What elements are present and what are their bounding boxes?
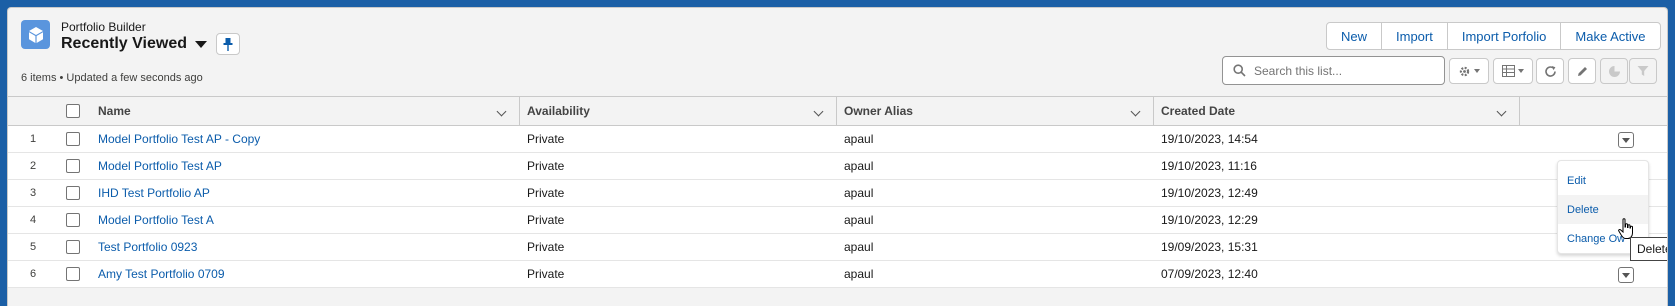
owner-alias-cell: apaul [844,240,874,254]
menu-item-edit[interactable]: Edit [1558,166,1648,195]
owner-alias-cell: apaul [844,132,874,146]
column-header-availability[interactable]: Availability [527,97,590,125]
record-name-link[interactable]: Test Portfolio 0923 [98,234,197,260]
record-name-link[interactable]: Amy Test Portfolio 0709 [98,261,225,287]
list-view-selector[interactable]: Recently Viewed [61,35,207,53]
import-button[interactable]: Import [1381,22,1448,50]
row-actions-button[interactable] [1618,132,1634,148]
created-date-cell: 07/09/2023, 12:40 [1161,267,1258,281]
list-view-panel: Portfolio Builder Recently Viewed 6 item… [7,7,1668,306]
table-row: 1 Model Portfolio Test AP - Copy Private ap… [8,126,1667,153]
list-settings-button[interactable] [1449,58,1489,84]
caret-down-icon[interactable] [194,40,207,48]
column-header-owner-alias[interactable]: Owner Alias [844,97,913,125]
created-date-cell: 19/10/2023, 14:54 [1161,132,1258,146]
menu-item-delete[interactable]: Delete [1558,195,1648,224]
gear-icon [1459,66,1470,76]
object-name: Portfolio Builder [61,20,146,34]
record-name-link[interactable]: Model Portfolio Test AP [98,153,222,179]
chevron-down-icon[interactable] [496,106,507,117]
row-checkbox[interactable] [66,213,80,227]
inline-edit-button[interactable] [1568,58,1596,84]
row-checkbox[interactable] [66,240,80,254]
availability-cell: Private [527,186,565,200]
row-checkbox[interactable] [66,132,80,146]
table-row: 4 Model Portfolio Test A Private apaul 19/10… [8,207,1667,234]
row-number: 6 [30,268,37,280]
row-checkbox[interactable] [66,159,80,173]
pin-icon [223,37,233,51]
row-checkbox[interactable] [66,186,80,200]
new-button[interactable]: New [1326,22,1383,50]
row-number: 2 [30,160,37,172]
row-number: 3 [30,187,37,199]
owner-alias-cell: apaul [844,159,874,173]
pin-list-button[interactable] [216,33,240,55]
record-name-link[interactable]: Model Portfolio Test AP - Copy [98,126,260,152]
list-status-text: 6 items • Updated a few seconds ago [21,72,203,84]
record-name-link[interactable]: IHD Test Portfolio AP [98,180,210,206]
caret-down-icon [1622,272,1630,278]
chevron-down-icon[interactable] [1130,106,1141,117]
portfolio-app-icon [21,20,50,49]
row-number: 4 [30,214,37,226]
table-row: 5 Test Portfolio 0923 Private apaul 19/09/20… [8,234,1667,261]
owner-alias-cell: apaul [844,186,874,200]
row-number: 1 [30,133,37,145]
refresh-button[interactable] [1536,58,1564,84]
make-active-button[interactable]: Make Active [1560,22,1661,50]
row-number: 5 [30,241,37,253]
column-header-created-date[interactable]: Created Date [1161,97,1235,125]
table-icon [1502,65,1515,77]
column-header-name[interactable]: Name [98,97,131,125]
created-date-cell: 19/09/2023, 15:31 [1161,240,1258,254]
row-actions-button[interactable] [1618,267,1634,283]
table-row: 3 IHD Test Portfolio AP Private apaul 19/10/… [8,180,1667,207]
table-header-row: Name Availability Owner Alias Created Da… [8,96,1667,126]
search-input[interactable] [1254,63,1434,78]
caret-down-icon [1622,137,1630,143]
filter-button [1629,58,1657,84]
created-date-cell: 19/10/2023, 11:16 [1161,159,1257,173]
chevron-down-icon[interactable] [813,106,824,117]
refresh-icon [1544,65,1556,77]
action-button-group: New Import Import Porfolio Make Active [1326,22,1661,50]
filter-icon [1637,66,1649,76]
chart-icon [1608,65,1620,77]
availability-cell: Private [527,213,565,227]
table-row: 2 Model Portfolio Test AP Private apaul 19/1… [8,153,1667,180]
tooltip: Delete [1630,237,1667,261]
charts-button [1600,58,1628,84]
search-box [1222,56,1445,85]
list-view-header: Portfolio Builder Recently Viewed 6 item… [8,8,1667,96]
created-date-cell: 19/10/2023, 12:49 [1161,186,1258,200]
table-row: 6 Amy Test Portfolio 0709 Private apaul 07/0… [8,261,1667,288]
caret-down-icon [1518,69,1524,73]
owner-alias-cell: apaul [844,213,874,227]
caret-down-icon [1474,69,1480,73]
page-title: Recently Viewed [61,35,187,52]
select-all-checkbox[interactable] [66,104,80,118]
availability-cell: Private [527,159,565,173]
owner-alias-cell: apaul [844,267,874,281]
records-table: Name Availability Owner Alias Created Da… [8,96,1667,288]
availability-cell: Private [527,132,565,146]
availability-cell: Private [527,267,565,281]
row-checkbox[interactable] [66,267,80,281]
pencil-icon [1577,66,1587,76]
availability-cell: Private [527,240,565,254]
search-icon [1233,64,1246,77]
chevron-down-icon[interactable] [1496,106,1507,117]
display-as-button[interactable] [1493,58,1533,84]
import-portfolio-button[interactable]: Import Porfolio [1446,22,1562,50]
created-date-cell: 19/10/2023, 12:29 [1161,213,1258,227]
record-name-link[interactable]: Model Portfolio Test A [98,207,214,233]
